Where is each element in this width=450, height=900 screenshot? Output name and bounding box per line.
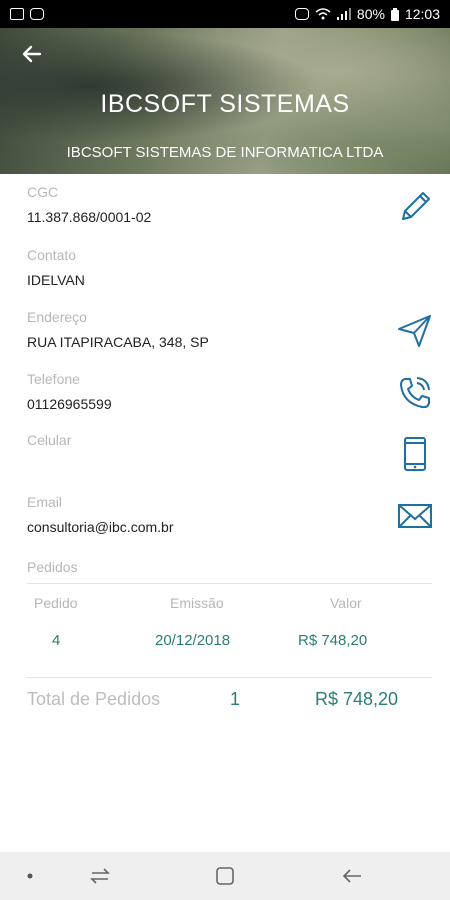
field-value: 01126965599 [27,396,112,412]
system-nav-bar [0,852,450,900]
recent-apps-button[interactable] [88,866,112,886]
envelope-icon [398,504,432,528]
field-label: Celular [27,432,72,448]
back-arrow-icon [342,869,361,883]
field-value: consultoria@ibc.com.br [27,519,174,535]
divider [27,583,432,584]
wifi-icon [315,8,331,20]
field-label: Telefone [27,371,80,387]
field-label: CGC [27,184,59,200]
field-celular: Celular [27,432,387,457]
pencil-icon [402,192,430,220]
back-button[interactable] [18,40,46,68]
mobile-call-button[interactable] [396,435,434,473]
recent-apps-icon [90,868,110,884]
system-back-button[interactable] [340,866,364,886]
column-header-pedido: Pedido [34,595,78,611]
battery-percent: 80% [356,6,385,22]
nav-dot-button[interactable] [18,866,42,886]
gallery-icon [10,8,24,20]
field-endereco: Endereço RUA ITAPIRACABA, 348, SP [27,309,387,350]
edit-button[interactable] [396,188,434,226]
email-button[interactable] [396,497,434,535]
field-value: RUA ITAPIRACABA, 348, SP [27,334,209,350]
phone-icon [400,377,430,409]
field-label: Contato [27,247,77,263]
divider [27,677,432,678]
field-label: Endereço [27,309,87,325]
order-number: 4 [52,632,61,649]
clock: 12:03 [404,6,440,22]
field-label: Email [27,494,63,510]
dot-icon [27,873,33,879]
home-icon [216,867,234,885]
order-value: R$ 748,20 [298,632,368,649]
mobile-phone-icon [404,437,426,471]
instagram-icon [30,8,44,20]
page-title: IBCSOFT SISTEMAS [100,90,350,118]
battery-icon [390,7,399,21]
field-value: IDELVAN [27,272,85,288]
company-name: IBCSOFT SISTEMAS DE INFORMATICA LTDA [66,144,384,161]
total-count: 1 [230,689,241,709]
send-icon [398,315,431,347]
field-telefone: Telefone 01126965599 [27,371,387,412]
pedidos-label: Pedidos [27,559,78,575]
field-cgc: CGC 11.387.868/0001-02 [27,184,387,225]
field-value: 11.387.868/0001-02 [27,209,152,225]
header: IBCSOFT SISTEMAS IBCSOFT SISTEMAS DE INF… [0,28,450,174]
column-header-valor: Valor [330,595,362,611]
column-header-emissao: Emissão [170,595,224,611]
status-bar: 80% 12:03 [0,0,450,28]
arrow-left-icon [22,45,42,63]
status-bar-right: 80% 12:03 [294,6,440,22]
signal-icon [336,8,351,20]
status-bar-left [10,8,44,20]
field-email: Email consultoria@ibc.com.br [27,494,387,535]
order-date: 20/12/2018 [155,632,231,649]
field-contato: Contato IDELVAN [27,247,387,288]
home-button[interactable] [213,866,237,886]
total-value: R$ 748,20 [315,689,399,709]
navigate-button[interactable] [396,312,434,350]
total-label: Total de Pedidos [27,689,161,709]
call-button[interactable] [396,374,434,412]
alarm-icon [294,8,309,20]
